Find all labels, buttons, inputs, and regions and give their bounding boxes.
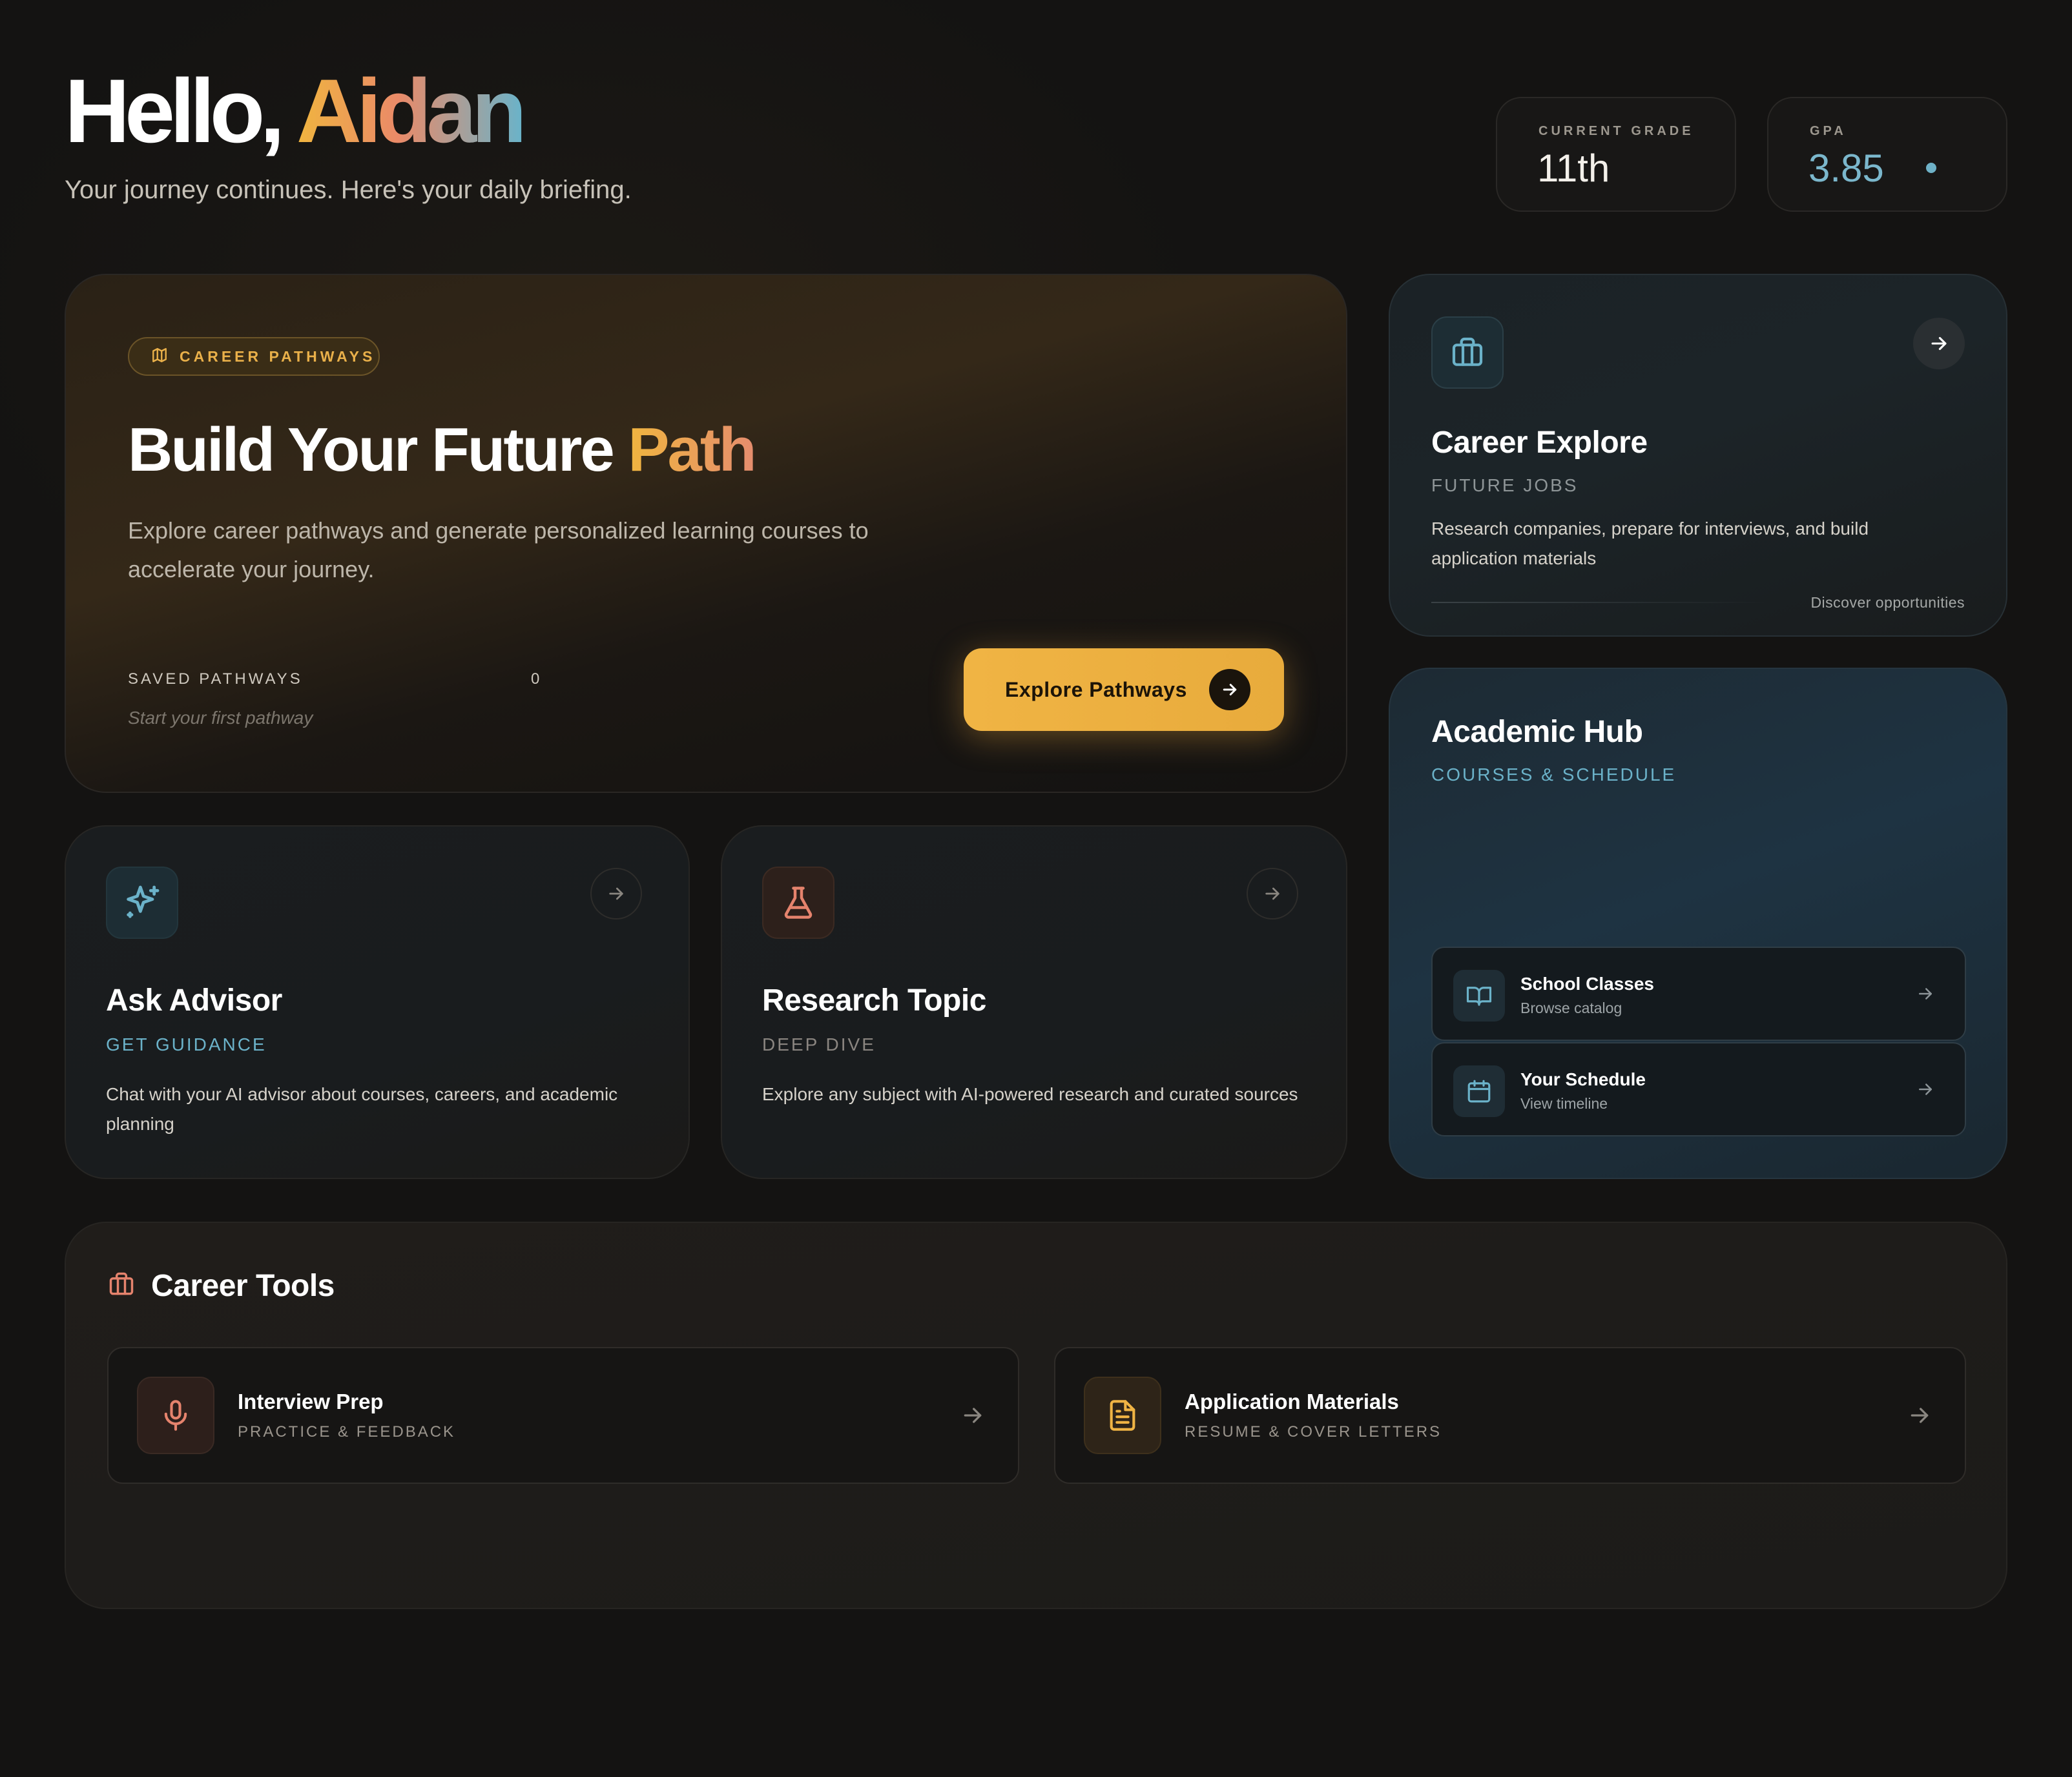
current-grade-value: 11th bbox=[1537, 147, 1610, 190]
greeting-prefix: Hello, bbox=[65, 60, 296, 161]
saved-pathways-hint: Start your first pathway bbox=[128, 708, 313, 728]
saved-pathways-count: 0 bbox=[531, 670, 540, 688]
career-explore-card[interactable]: Career Explore FUTURE JOBS Research comp… bbox=[1389, 274, 2007, 637]
gpa-label: GPA bbox=[1810, 124, 1847, 138]
calendar-icon bbox=[1453, 1065, 1505, 1117]
arrow-right-icon bbox=[1265, 887, 1279, 900]
school-classes-title: School Classes bbox=[1520, 974, 1654, 994]
career-explore-description: Research companies, prepare for intervie… bbox=[1431, 519, 1869, 568]
school-classes-subtitle: Browse catalog bbox=[1520, 1000, 1622, 1016]
career-tools-header: Career Tools bbox=[107, 1268, 335, 1304]
document-icon bbox=[1084, 1377, 1161, 1454]
research-topic-arrow-button[interactable] bbox=[1247, 868, 1298, 919]
explore-pathways-button[interactable]: Explore Pathways bbox=[964, 648, 1284, 731]
saved-pathways-label: SAVED PATHWAYS bbox=[128, 670, 303, 688]
career-explore-subtitle: FUTURE JOBS bbox=[1431, 475, 1579, 495]
interview-prep-title: Interview Prep bbox=[238, 1390, 384, 1413]
academic-hub-title: Academic Hub bbox=[1431, 715, 1643, 749]
arrow-right-icon bbox=[1907, 1402, 1932, 1432]
current-grade-label: CURRENT GRADE bbox=[1538, 124, 1694, 138]
research-topic-subtitle: DEEP DIVE bbox=[762, 1034, 876, 1054]
hero-title-main: Build Your Future bbox=[128, 415, 628, 484]
map-icon bbox=[151, 347, 168, 367]
ask-advisor-arrow-button[interactable] bbox=[590, 868, 642, 919]
ask-advisor-title: Ask Advisor bbox=[106, 983, 282, 1018]
application-materials-link[interactable]: Application Materials RESUME & COVER LET… bbox=[1054, 1347, 1966, 1484]
gpa-stat: GPA 3.85 bbox=[1767, 97, 2007, 212]
divider bbox=[1431, 602, 1767, 603]
flask-icon bbox=[762, 867, 834, 939]
your-schedule-title: Your Schedule bbox=[1520, 1069, 1646, 1089]
arrow-right-icon bbox=[1931, 336, 1947, 351]
academic-hub-subtitle: COURSES & SCHEDULE bbox=[1431, 765, 1677, 785]
career-explore-title: Career Explore bbox=[1431, 426, 1648, 460]
hero-title-accent: Path bbox=[628, 415, 756, 484]
ask-advisor-description: Chat with your AI advisor about courses,… bbox=[106, 1084, 618, 1134]
research-topic-title: Research Topic bbox=[762, 983, 986, 1018]
microphone-icon bbox=[137, 1377, 214, 1454]
gpa-status-dot bbox=[1926, 163, 1936, 173]
hero-title: Build Your Future Path bbox=[128, 415, 756, 486]
arrow-right-icon bbox=[1209, 669, 1250, 710]
ask-advisor-subtitle: GET GUIDANCE bbox=[106, 1034, 267, 1054]
ask-advisor-card[interactable]: Ask Advisor GET GUIDANCE Chat with your … bbox=[65, 825, 690, 1179]
arrow-right-icon bbox=[1916, 984, 1935, 1007]
hero-description: Explore career pathways and generate per… bbox=[128, 517, 869, 582]
user-name: Aidan bbox=[296, 60, 527, 161]
arrow-right-icon bbox=[1916, 1080, 1935, 1102]
career-pathways-badge-label: CAREER PATHWAYS bbox=[180, 347, 376, 365]
career-pathways-card: CAREER PATHWAYS Build Your Future Path E… bbox=[65, 274, 1347, 793]
career-pathways-badge: CAREER PATHWAYS bbox=[128, 337, 380, 376]
arrow-right-icon bbox=[960, 1402, 986, 1432]
book-icon bbox=[1453, 970, 1505, 1022]
career-tools-title: Career Tools bbox=[151, 1269, 335, 1303]
arrow-right-icon bbox=[609, 887, 623, 900]
sparkles-icon bbox=[106, 867, 178, 939]
current-grade-stat: CURRENT GRADE 11th bbox=[1496, 97, 1736, 212]
career-tools-section: Career Tools Interview Prep PRACTICE & F… bbox=[65, 1222, 2007, 1609]
career-explore-arrow-button[interactable] bbox=[1913, 318, 1965, 369]
research-topic-description: Explore any subject with AI-powered rese… bbox=[762, 1084, 1298, 1104]
your-schedule-link[interactable]: Your Schedule View timeline bbox=[1431, 1042, 1966, 1136]
discover-opportunities-link[interactable]: Discover opportunities bbox=[1810, 594, 1965, 611]
school-classes-link[interactable]: School Classes Browse catalog bbox=[1431, 947, 1966, 1041]
interview-prep-link[interactable]: Interview Prep PRACTICE & FEEDBACK bbox=[107, 1347, 1019, 1484]
greeting-heading: Hello, Aidan bbox=[65, 59, 527, 163]
page-subtitle: Your journey continues. Here's your dail… bbox=[65, 176, 632, 204]
research-topic-card[interactable]: Research Topic DEEP DIVE Explore any sub… bbox=[721, 825, 1347, 1179]
gpa-value: 3.85 bbox=[1808, 147, 1884, 190]
academic-hub-card: Academic Hub COURSES & SCHEDULE School C… bbox=[1389, 668, 2007, 1179]
your-schedule-subtitle: View timeline bbox=[1520, 1095, 1608, 1112]
application-materials-subtitle: RESUME & COVER LETTERS bbox=[1185, 1423, 1442, 1441]
application-materials-title: Application Materials bbox=[1185, 1390, 1399, 1413]
briefcase-icon bbox=[1431, 316, 1504, 389]
interview-prep-subtitle: PRACTICE & FEEDBACK bbox=[238, 1423, 456, 1441]
briefcase-icon bbox=[107, 1270, 136, 1302]
explore-pathways-label: Explore Pathways bbox=[1005, 678, 1187, 701]
